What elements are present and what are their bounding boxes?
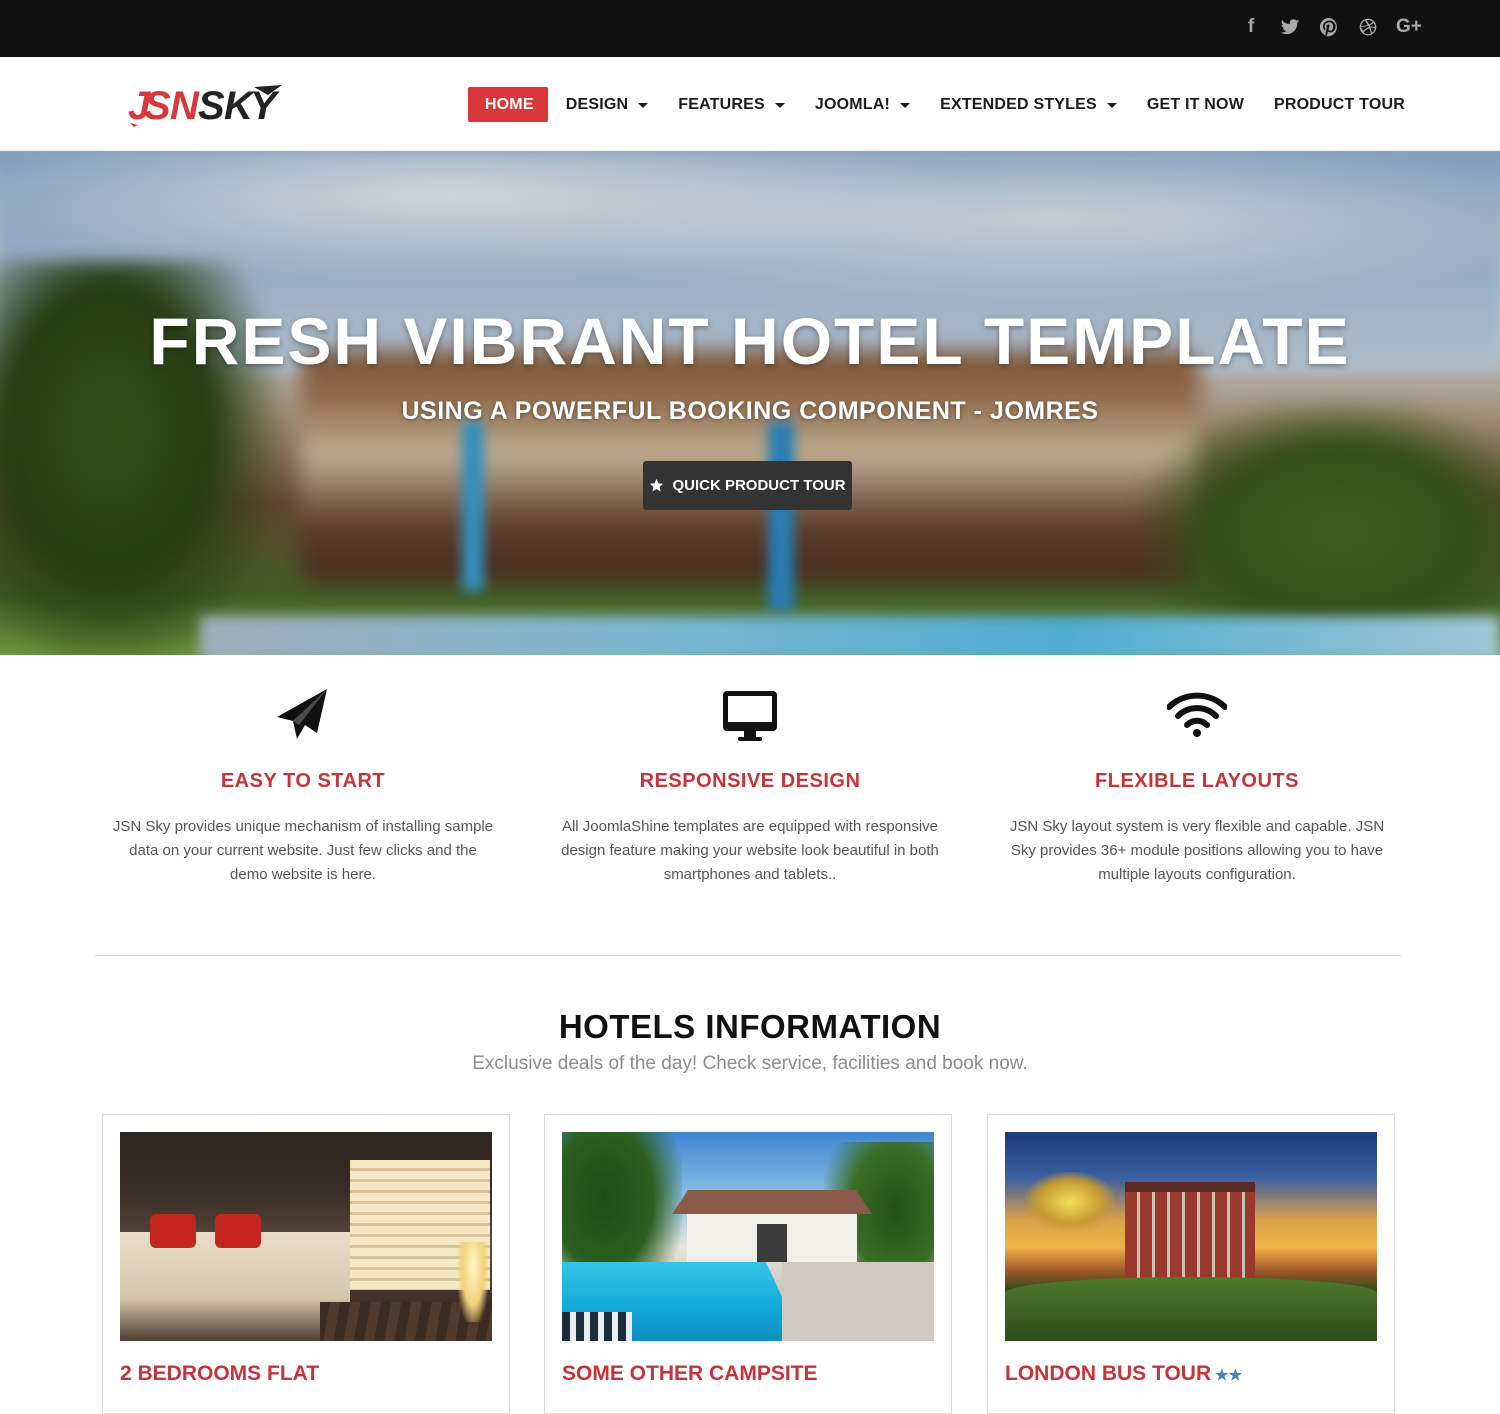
feature-title: RESPONSIVE DESIGN [639, 770, 861, 792]
quick-product-tour-button[interactable]: QUICK PRODUCT TOUR [643, 461, 852, 510]
hero-banner: FRESH VIBRANT HOTEL TEMPLATE USING A POW… [0, 151, 1500, 655]
photo-hill [1005, 1277, 1377, 1341]
hotel-card-title[interactable]: 2 BEDROOMS FLAT [120, 1362, 319, 1386]
star-icon [650, 478, 664, 492]
feature-text: JSN Sky provides unique mechanism of ins… [112, 818, 494, 883]
hotels-section-title: HOTELS INFORMATION [558, 1008, 942, 1045]
twitter-icon[interactable] [1279, 14, 1301, 40]
nav-extended-styles-label: EXTENDED STYLES [940, 95, 1097, 113]
feature-text: All JoomlaShine templates are equipped w… [561, 818, 939, 883]
nav-product-tour[interactable]: PRODUCT TOUR [1259, 87, 1420, 122]
top-social-bar: f G+ [0, 0, 1500, 57]
hero-title: FRESH VIBRANT HOTEL TEMPLATE [149, 304, 1351, 378]
photo-pillow [150, 1214, 196, 1248]
photo-lamp [458, 1242, 488, 1322]
hotel-card-title[interactable]: LONDON BUS TOUR ★★ [1005, 1362, 1242, 1386]
site-header: J S N S K Y HOME DESIGN FEATURES JOOMLA! [0, 57, 1500, 151]
hotel-card[interactable]: 2 BEDROOMS FLAT [102, 1114, 510, 1414]
photo-deck [782, 1262, 934, 1341]
desktop-icon [720, 687, 780, 743]
nav-design[interactable]: DESIGN [551, 87, 664, 122]
site-logo[interactable]: J S N S K Y [128, 81, 282, 128]
svg-text:S: S [144, 84, 171, 127]
chevron-down-icon [638, 103, 649, 108]
hotel-photo-bedroom[interactable] [120, 1132, 492, 1341]
pinterest-icon[interactable] [1318, 14, 1340, 40]
hotel-photo-castle[interactable] [1005, 1132, 1377, 1341]
quick-product-tour-label: QUICK PRODUCT TOUR [672, 477, 846, 494]
nav-get-it-now[interactable]: GET IT NOW [1132, 87, 1259, 122]
hotel-card-title-text[interactable]: 2 BEDROOMS FLAT [120, 1362, 319, 1385]
dribbble-icon[interactable] [1357, 14, 1379, 40]
chevron-down-icon [1106, 103, 1117, 108]
chevron-down-icon [774, 103, 785, 108]
photo-roof [672, 1190, 872, 1214]
hotel-card[interactable]: SOME OTHER CAMPSITE [544, 1114, 952, 1414]
google-plus-icon[interactable]: G+ [1396, 14, 1422, 40]
nav-design-label: DESIGN [565, 95, 629, 113]
star-rating: ★★ [1215, 1367, 1243, 1384]
photo-door [757, 1224, 787, 1262]
feature-title: EASY TO START [220, 770, 386, 792]
hotel-card[interactable]: LONDON BUS TOUR ★★ [987, 1114, 1395, 1414]
section-divider [95, 955, 1401, 956]
wifi-icon [1166, 687, 1228, 743]
svg-text:N: N [170, 84, 200, 127]
nav-extended-styles[interactable]: EXTENDED STYLES [925, 87, 1132, 122]
hotel-card-title[interactable]: SOME OTHER CAMPSITE [562, 1362, 818, 1386]
nav-home-label: HOME [484, 95, 534, 113]
nav-get-it-now-label: GET IT NOW [1146, 95, 1244, 113]
chevron-down-icon [900, 103, 911, 108]
hotel-photo-campsite[interactable] [562, 1132, 934, 1341]
nav-joomla[interactable]: JOOMLA! [800, 87, 925, 122]
nav-joomla-label: JOOMLA! [814, 95, 891, 113]
nav-features[interactable]: FEATURES [663, 87, 800, 122]
svg-text:S: S [198, 84, 225, 127]
feature-text: JSN Sky layout system is very flexible a… [1009, 818, 1385, 883]
hotels-section-subtitle: Exclusive deals of the day! Check servic… [472, 1053, 1028, 1074]
social-links: f G+ [1240, 14, 1422, 40]
hotel-card-title-text[interactable]: LONDON BUS TOUR [1005, 1362, 1211, 1385]
main-nav: HOME DESIGN FEATURES JOOMLA! EXTENDED ST… [467, 87, 1420, 122]
nav-features-label: FEATURES [678, 95, 765, 113]
hotel-card-title-text[interactable]: SOME OTHER CAMPSITE [562, 1362, 818, 1385]
photo-lounger [562, 1312, 632, 1341]
photo-pillow [215, 1214, 261, 1248]
features-section: EASY TO START JSN Sky provides unique me… [80, 655, 1420, 955]
nav-product-tour-label: PRODUCT TOUR [1274, 95, 1405, 113]
feature-title: FLEXIBLE LAYOUTS [1095, 770, 1299, 792]
hero-subtitle: USING A POWERFUL BOOKING COMPONENT - JOM… [401, 397, 1099, 425]
nav-home[interactable]: HOME [467, 87, 548, 122]
paper-plane-icon [273, 687, 333, 743]
facebook-icon[interactable]: f [1240, 14, 1262, 40]
photo-cloud [1025, 1172, 1115, 1232]
photo-castle [1125, 1192, 1255, 1282]
photo-bed [120, 1232, 350, 1341]
